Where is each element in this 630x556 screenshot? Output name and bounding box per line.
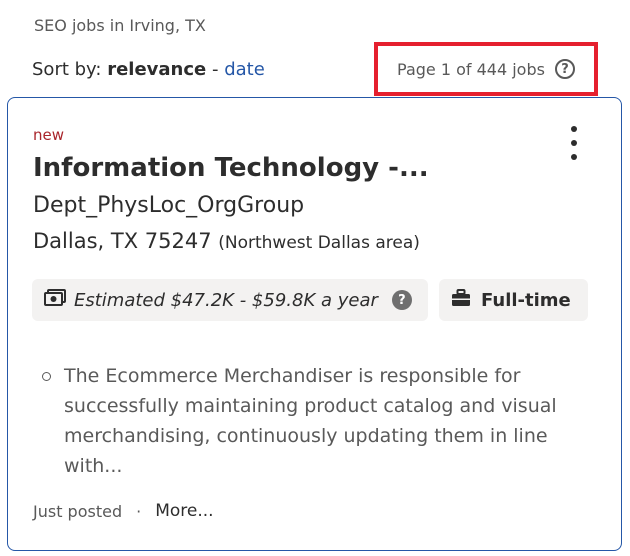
sort-separator: - [206, 59, 225, 80]
money-icon [44, 289, 66, 311]
bullet-icon [42, 372, 51, 381]
card-footer: Just posted · More... [33, 501, 214, 521]
kebab-menu-icon[interactable] [567, 126, 581, 160]
new-badge: new [33, 126, 65, 144]
jobtype-text: Full-time [481, 289, 571, 311]
salary-chip: Estimated $47.2K - $59.8K a year ? [32, 279, 428, 321]
sort-relevance[interactable]: relevance [107, 59, 206, 80]
jobtype-chip: Full-time [439, 279, 588, 321]
page-count-text: Page 1 of 444 jobs [397, 59, 545, 79]
help-icon[interactable]: ? [554, 59, 575, 79]
salary-help-icon[interactable]: ? [391, 290, 412, 310]
posted-date: Just posted [33, 501, 123, 521]
job-title[interactable]: Information Technology -... [33, 153, 429, 183]
job-snippet: The Ecommerce Merchandiser is responsibl… [64, 365, 557, 477]
briefcase-icon [451, 289, 471, 311]
company-name[interactable]: Dept_PhysLoc_OrgGroup [33, 193, 304, 218]
sort-date-link[interactable]: date [224, 59, 265, 80]
job-location: Dallas, TX 75247 (Northwest Dallas area) [33, 229, 420, 253]
location-area: (Northwest Dallas area) [218, 233, 420, 253]
footer-dot: · [136, 501, 142, 521]
sort-row: Sort by: relevance - date [32, 59, 265, 80]
job-card[interactable]: new Information Technology -... Dept_Phy… [7, 97, 622, 551]
sort-label: Sort by: [32, 59, 102, 80]
location-text: Dallas, TX 75247 [33, 229, 212, 253]
page-count: Page 1 of 444 jobs ? [374, 42, 598, 96]
search-context: SEO jobs in Irving, TX [34, 16, 206, 35]
more-link[interactable]: More... [155, 501, 213, 521]
salary-text: Estimated $47.2K - $59.8K a year [74, 289, 378, 311]
